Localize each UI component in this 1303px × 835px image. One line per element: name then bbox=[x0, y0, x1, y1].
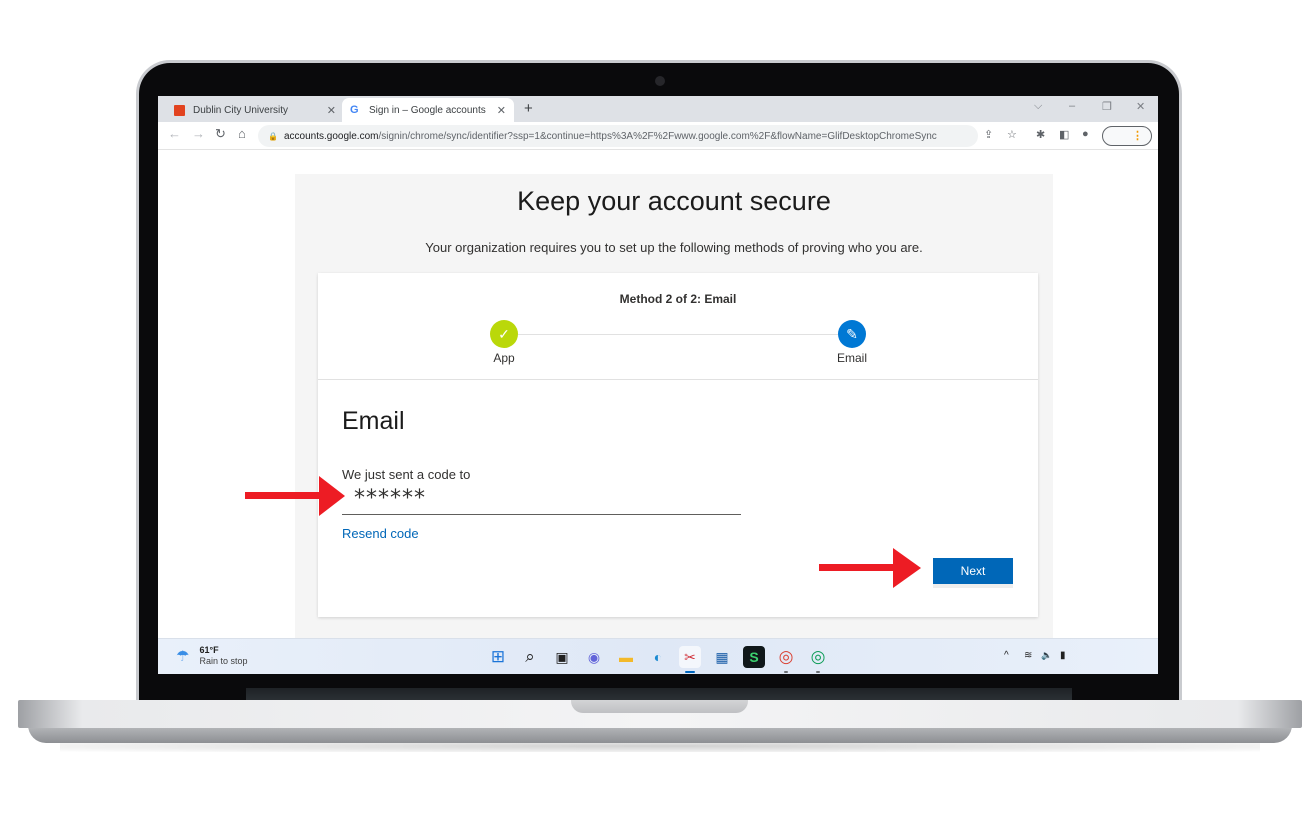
battery-icon[interactable]: ▮ bbox=[1060, 650, 1066, 661]
umbrella-icon: ☂ bbox=[176, 648, 190, 665]
close-icon[interactable]: ✕ bbox=[497, 104, 506, 117]
running-app-indicator bbox=[784, 671, 788, 673]
next-button[interactable]: Next bbox=[933, 558, 1013, 584]
minimize-button[interactable]: – bbox=[1069, 100, 1075, 112]
annotation-arrow-code bbox=[245, 476, 345, 516]
tab-search-chevron-icon[interactable]: ⌵ bbox=[1034, 100, 1042, 113]
annotation-arrow-next bbox=[819, 548, 921, 588]
snipping-tool-icon[interactable]: ✂ bbox=[679, 646, 701, 673]
side-panel-icon[interactable]: ◧ bbox=[1059, 128, 1069, 141]
section-title: Email bbox=[342, 407, 405, 435]
security-setup-panel: Keep your account secure Your organizati… bbox=[295, 174, 1053, 644]
bookmark-star-icon[interactable]: ☆ bbox=[1007, 128, 1017, 141]
forward-arrow-icon[interactable]: → bbox=[192, 126, 205, 141]
page-title: Keep your account secure bbox=[517, 186, 831, 216]
dcu-logo-icon bbox=[174, 104, 185, 116]
url-host: accounts.google.com bbox=[283, 130, 379, 142]
weather-desc: Rain to stop bbox=[199, 656, 248, 666]
task-view-icon[interactable]: ▣ bbox=[551, 646, 573, 668]
address-bar[interactable]: 🔒 accounts.google.com/signin/chrome/sync… bbox=[258, 125, 978, 147]
active-app-indicator bbox=[685, 671, 695, 673]
step-completed-checkmark-icon: ✓ bbox=[490, 320, 518, 348]
teams-chat-icon[interactable]: ◉ bbox=[583, 646, 605, 668]
chrome-profile-1-icon[interactable]: ◎ bbox=[775, 646, 797, 673]
running-app-indicator bbox=[816, 671, 820, 673]
step-current-pencil-icon: ✎ bbox=[838, 320, 866, 348]
lock-icon: 🔒 bbox=[268, 131, 278, 141]
tab-title: Sign in – Google accounts bbox=[369, 104, 486, 116]
new-tab-button[interactable]: + bbox=[524, 100, 533, 117]
page-content: Keep your account secure Your organizati… bbox=[158, 151, 1158, 644]
resend-code-link[interactable]: Resend code bbox=[342, 526, 419, 541]
step-label-email: Email bbox=[836, 351, 867, 365]
laptop-mockup: Dublin City University ✕ G Sign in – Goo… bbox=[0, 0, 1303, 835]
volume-icon[interactable]: 🔈 bbox=[1041, 650, 1052, 661]
browser-toolbar: ← → ↻ ⌂ 🔒 accounts.google.com/signin/chr… bbox=[158, 122, 1158, 150]
back-arrow-icon[interactable]: ← bbox=[168, 126, 181, 141]
file-explorer-icon[interactable]: ▬ bbox=[615, 646, 637, 668]
close-icon[interactable]: ✕ bbox=[327, 104, 336, 117]
laptop-notch bbox=[571, 700, 748, 713]
microsoft-store-icon[interactable]: ▦ bbox=[711, 646, 733, 668]
code-input[interactable] bbox=[342, 483, 741, 515]
weather-temp: 61°F bbox=[199, 645, 219, 655]
chrome-glyph: ◎ bbox=[778, 647, 794, 666]
card-divider bbox=[318, 379, 1038, 380]
chrome-profile-2-icon[interactable]: ◎ bbox=[807, 646, 829, 673]
profile-icon[interactable]: ● bbox=[1082, 128, 1089, 140]
snipping-tool-glyph: ✂ bbox=[684, 648, 696, 665]
start-icon[interactable]: ⊞ bbox=[487, 646, 509, 668]
weather-widget[interactable]: ☂ 61°F Rain to stop bbox=[176, 645, 247, 667]
google-g-icon: G bbox=[350, 104, 359, 116]
profile-pill[interactable]: ⋮ bbox=[1102, 126, 1152, 146]
extensions-icon[interactable]: ✱ bbox=[1036, 128, 1045, 141]
windows-taskbar: ☂ 61°F Rain to stop ⊞ ⌕ ▣ ◉ ▬ ◐ ✂ ▦ S ◎ bbox=[158, 638, 1158, 674]
edge-icon[interactable]: ◐ bbox=[647, 646, 669, 668]
reload-icon[interactable]: ↻ bbox=[215, 126, 226, 142]
tray-chevron-icon[interactable]: ^ bbox=[1004, 650, 1009, 661]
chrome-glyph: ◎ bbox=[810, 647, 826, 666]
window-close-button[interactable]: ✕ bbox=[1136, 100, 1145, 113]
menu-kebab-icon[interactable]: ⋮ bbox=[1132, 129, 1143, 142]
search-icon[interactable]: ⌕ bbox=[519, 646, 541, 668]
wifi-icon[interactable]: ≋ bbox=[1024, 650, 1032, 661]
webcam bbox=[655, 76, 665, 86]
restore-button[interactable]: ❐ bbox=[1102, 100, 1112, 113]
step-connector bbox=[518, 334, 838, 335]
page-subtitle: Your organization requires you to set up… bbox=[425, 240, 923, 255]
home-icon[interactable]: ⌂ bbox=[238, 126, 246, 141]
tab-dublin-city-university[interactable]: Dublin City University ✕ bbox=[166, 98, 344, 122]
share-icon[interactable]: ⇪ bbox=[984, 128, 993, 141]
app-s-icon[interactable]: S bbox=[743, 646, 765, 668]
tab-google-sign-in[interactable]: G Sign in – Google accounts ✕ bbox=[342, 98, 514, 122]
tab-title: Dublin City University bbox=[193, 104, 289, 116]
screen: Dublin City University ✕ G Sign in – Goo… bbox=[158, 96, 1158, 674]
browser-tabstrip: Dublin City University ✕ G Sign in – Goo… bbox=[158, 96, 1158, 122]
method-card: Method 2 of 2: Email ✓ App ✎ Email Email… bbox=[318, 273, 1038, 617]
url-path: /signin/chrome/sync/identifier?ssp=1&con… bbox=[378, 130, 937, 142]
code-sent-label: We just sent a code to bbox=[342, 467, 471, 482]
step-label-app: App bbox=[493, 351, 515, 365]
method-progress-title: Method 2 of 2: Email bbox=[619, 292, 737, 306]
